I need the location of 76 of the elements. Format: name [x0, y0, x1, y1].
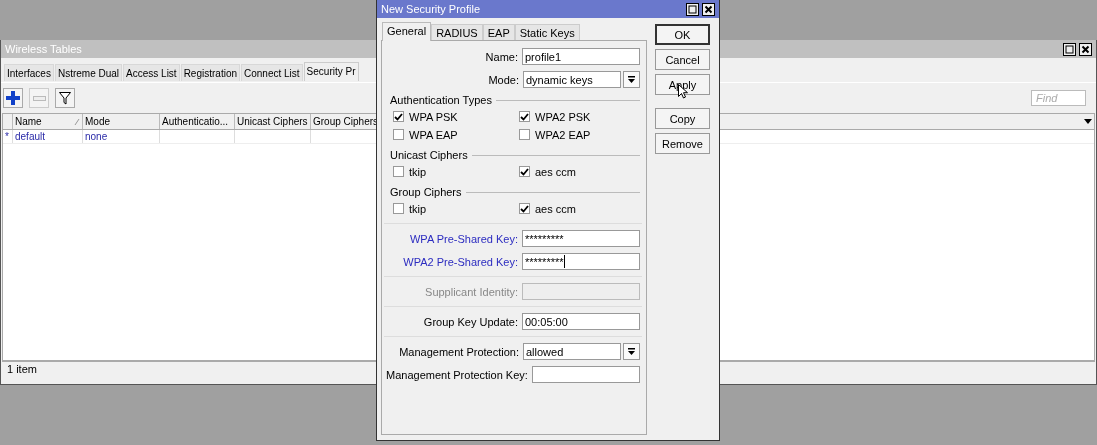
- checkbox-label: WPA2 EAP: [535, 128, 591, 141]
- tab[interactable]: General: [382, 22, 432, 41]
- column-header[interactable]: Name: [13, 114, 83, 129]
- check-icon: [394, 112, 403, 121]
- group-title: Unicast Ciphers: [390, 149, 468, 161]
- sort-icon: [74, 117, 80, 126]
- checkbox[interactable]: [393, 166, 404, 177]
- dropdown-field[interactable]: allowed: [523, 343, 621, 360]
- checkbox-label: WPA PSK: [409, 110, 458, 123]
- checkbox-label: WPA2 PSK: [535, 110, 591, 123]
- input-field[interactable]: 00:05:00: [522, 313, 640, 330]
- checkbox-label: WPA EAP: [409, 128, 458, 141]
- tab[interactable]: Interfaces: [4, 64, 54, 81]
- input-field[interactable]: profile1: [522, 48, 640, 65]
- field-label: Supplicant Identity:: [425, 285, 518, 298]
- dropdown-button[interactable]: [623, 343, 640, 360]
- field-label: Management Protection:: [399, 345, 519, 358]
- dropdown-arrow-icon[interactable]: [1084, 119, 1092, 124]
- input-field[interactable]: *********: [522, 253, 640, 270]
- table-cell: default: [13, 130, 83, 143]
- field-label: WPA2 Pre-Shared Key:: [403, 255, 518, 268]
- window-title: Wireless Tables: [5, 43, 83, 55]
- dropdown-button[interactable]: [623, 71, 640, 88]
- check-icon: [520, 167, 529, 176]
- filter-icon: [59, 91, 71, 105]
- dropdown-arrow-icon: [628, 348, 635, 355]
- field-label: Mode:: [488, 73, 519, 86]
- checkbox[interactable]: [519, 129, 530, 140]
- field-label: WPA Pre-Shared Key:: [410, 232, 518, 245]
- close-icon[interactable]: [1079, 42, 1092, 56]
- field-label: Management Protection Key:: [386, 368, 528, 381]
- dialog-button[interactable]: Cancel: [655, 49, 710, 70]
- column-header[interactable]: Unicast Ciphers: [235, 114, 311, 129]
- dialog-button[interactable]: OK: [655, 24, 710, 45]
- dropdown-field[interactable]: dynamic keys: [523, 71, 621, 88]
- group-title: Authentication Types: [390, 94, 492, 106]
- tab[interactable]: RADIUS: [431, 24, 483, 40]
- column-header[interactable]: Authenticatio...: [160, 114, 235, 129]
- input-field[interactable]: *********: [522, 230, 640, 247]
- tab[interactable]: EAP: [482, 24, 515, 40]
- checkbox[interactable]: [519, 111, 530, 122]
- close-icon[interactable]: [702, 2, 715, 16]
- check-icon: [520, 204, 529, 213]
- checkbox[interactable]: [393, 111, 404, 122]
- check-icon: [520, 112, 529, 121]
- checkbox[interactable]: [393, 129, 404, 140]
- tab[interactable]: Connect List: [241, 64, 303, 81]
- find-field[interactable]: Find: [1031, 90, 1086, 106]
- checkbox-label: tkip: [409, 165, 427, 178]
- tab[interactable]: Static Keys: [514, 24, 580, 40]
- input-field[interactable]: [531, 366, 640, 383]
- field-label: Group Key Update:: [423, 315, 518, 328]
- tab[interactable]: Registration: [180, 64, 240, 81]
- checkbox[interactable]: [519, 166, 530, 177]
- checkbox-label: aes ccm: [535, 165, 576, 178]
- tab[interactable]: Nstreme Dual: [54, 64, 123, 81]
- checkbox[interactable]: [393, 203, 404, 214]
- group-title: Group Ciphers: [390, 186, 462, 198]
- filter-button[interactable]: [55, 88, 75, 108]
- dialog-button[interactable]: Copy: [655, 108, 710, 129]
- field-label: Name:: [485, 50, 518, 63]
- minus-icon: [32, 95, 46, 101]
- checkbox[interactable]: [519, 203, 530, 214]
- maximize-icon[interactable]: [686, 2, 699, 16]
- dropdown-arrow-icon: [628, 76, 635, 83]
- table-cell: none: [83, 130, 160, 143]
- add-button[interactable]: [3, 88, 23, 108]
- dialog-title: New Security Profile: [381, 3, 482, 15]
- plus-icon: [6, 91, 20, 105]
- tab[interactable]: Security Pr: [303, 62, 359, 81]
- maximize-icon[interactable]: [1063, 42, 1076, 56]
- checkbox-label: aes ccm: [535, 202, 576, 215]
- column-header[interactable]: Mode: [83, 114, 160, 129]
- tab[interactable]: Access List: [123, 64, 180, 81]
- dialog-button[interactable]: Remove: [655, 133, 710, 154]
- checkbox-label: tkip: [409, 202, 427, 215]
